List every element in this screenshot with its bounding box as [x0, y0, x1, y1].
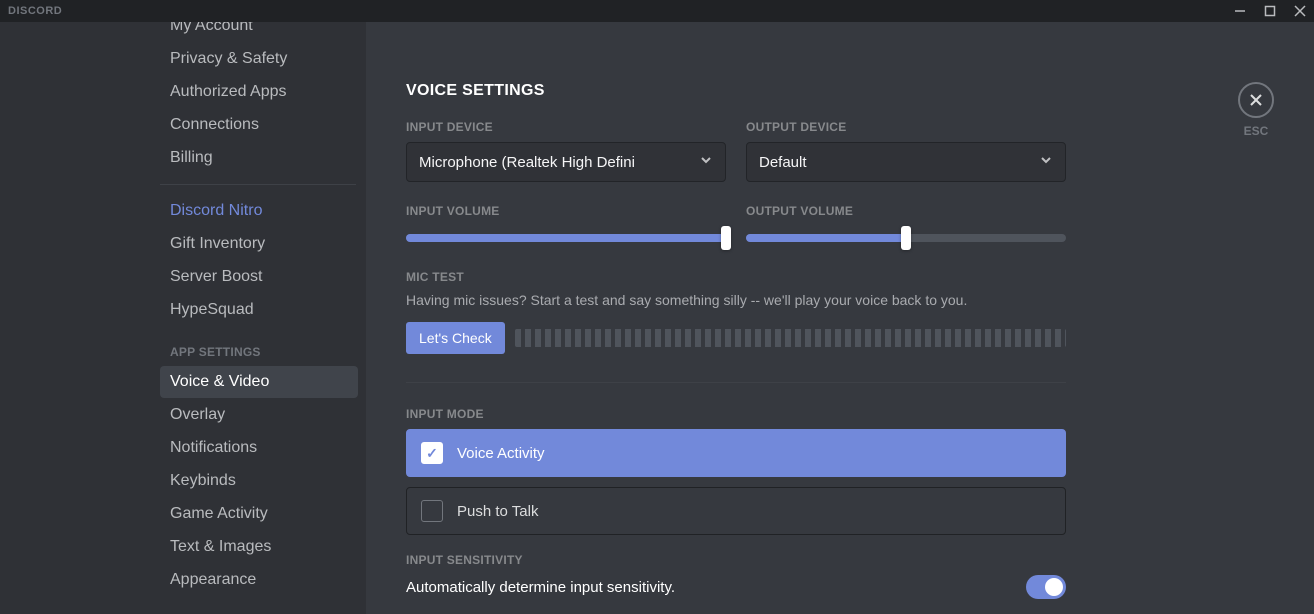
sidebar-item-connections[interactable]: Connections — [160, 109, 358, 141]
sidebar-item-text-images[interactable]: Text & Images — [160, 531, 358, 563]
app-name: DISCORD — [8, 5, 62, 17]
page-title: VOICE SETTINGS — [406, 82, 1066, 100]
sidebar-item-hypesquad[interactable]: HypeSquad — [160, 294, 358, 326]
sidebar-item-server-boost[interactable]: Server Boost — [160, 261, 358, 293]
mic-test-label: MIC TEST — [406, 270, 1066, 284]
titlebar: DISCORD — [0, 0, 1314, 22]
mic-level-meter — [515, 329, 1066, 347]
minimize-icon[interactable] — [1234, 5, 1246, 17]
input-mode-push-to-talk[interactable]: ✓ Push to Talk — [406, 487, 1066, 535]
sidebar-item-appearance[interactable]: Appearance — [160, 564, 358, 596]
radio-label: Voice Activity — [457, 445, 545, 462]
checkbox: ✓ — [421, 500, 443, 522]
slider-thumb[interactable] — [901, 226, 911, 250]
input-mode-voice-activity[interactable]: ✓ Voice Activity — [406, 429, 1066, 477]
output-device-label: OUTPUT DEVICE — [746, 120, 1066, 134]
check-icon: ✓ — [426, 445, 438, 462]
input-device-label: INPUT DEVICE — [406, 120, 726, 134]
settings-sidebar: My Account Privacy & Safety Authorized A… — [0, 22, 366, 614]
chevron-down-icon — [1039, 153, 1053, 171]
close-icon — [1248, 92, 1264, 108]
sidebar-item-notifications[interactable]: Notifications — [160, 432, 358, 464]
close-label: ESC — [1238, 124, 1274, 138]
sidebar-header-app-settings: APP SETTINGS — [160, 327, 366, 365]
chevron-down-icon — [699, 153, 713, 171]
close-window-icon[interactable] — [1294, 5, 1306, 17]
input-device-value: Microphone (Realtek High Defini — [419, 154, 635, 171]
slider-fill — [746, 234, 906, 242]
window-controls — [1234, 5, 1306, 17]
sidebar-item-billing[interactable]: Billing — [160, 142, 358, 174]
output-volume-label: OUTPUT VOLUME — [746, 204, 1066, 218]
close-settings: ESC — [1238, 82, 1274, 138]
input-volume-label: INPUT VOLUME — [406, 204, 726, 218]
toggle-knob — [1045, 578, 1063, 596]
auto-sensitivity-label: Automatically determine input sensitivit… — [406, 579, 675, 596]
sidebar-item-privacy-safety[interactable]: Privacy & Safety — [160, 43, 358, 75]
settings-content: ESC VOICE SETTINGS INPUT DEVICE Micropho… — [366, 22, 1314, 614]
input-mode-label: INPUT MODE — [406, 407, 1066, 421]
output-volume-slider[interactable] — [746, 226, 1066, 250]
maximize-icon[interactable] — [1264, 5, 1276, 17]
sidebar-item-voice-video[interactable]: Voice & Video — [160, 366, 358, 398]
sidebar-item-authorized-apps[interactable]: Authorized Apps — [160, 76, 358, 108]
auto-sensitivity-toggle[interactable] — [1026, 575, 1066, 599]
mic-test-button[interactable]: Let's Check — [406, 322, 505, 354]
sidebar-item-gift-inventory[interactable]: Gift Inventory — [160, 228, 358, 260]
mic-test-description: Having mic issues? Start a test and say … — [406, 292, 1066, 308]
sidebar-item-overlay[interactable]: Overlay — [160, 399, 358, 431]
close-button[interactable] — [1238, 82, 1274, 118]
divider — [406, 382, 1066, 383]
radio-label: Push to Talk — [457, 503, 538, 520]
output-device-value: Default — [759, 154, 807, 171]
sidebar-item-my-account[interactable]: My Account — [160, 22, 358, 42]
input-sensitivity-label: INPUT SENSITIVITY — [406, 553, 1066, 567]
slider-thumb[interactable] — [721, 226, 731, 250]
checkbox: ✓ — [421, 442, 443, 464]
slider-fill — [406, 234, 726, 242]
input-device-select[interactable]: Microphone (Realtek High Defini — [406, 142, 726, 182]
sidebar-divider — [160, 184, 356, 185]
sidebar-item-discord-nitro[interactable]: Discord Nitro — [160, 195, 358, 227]
sidebar-item-game-activity[interactable]: Game Activity — [160, 498, 358, 530]
output-device-select[interactable]: Default — [746, 142, 1066, 182]
input-volume-slider[interactable] — [406, 226, 726, 250]
sidebar-item-keybinds[interactable]: Keybinds — [160, 465, 358, 497]
